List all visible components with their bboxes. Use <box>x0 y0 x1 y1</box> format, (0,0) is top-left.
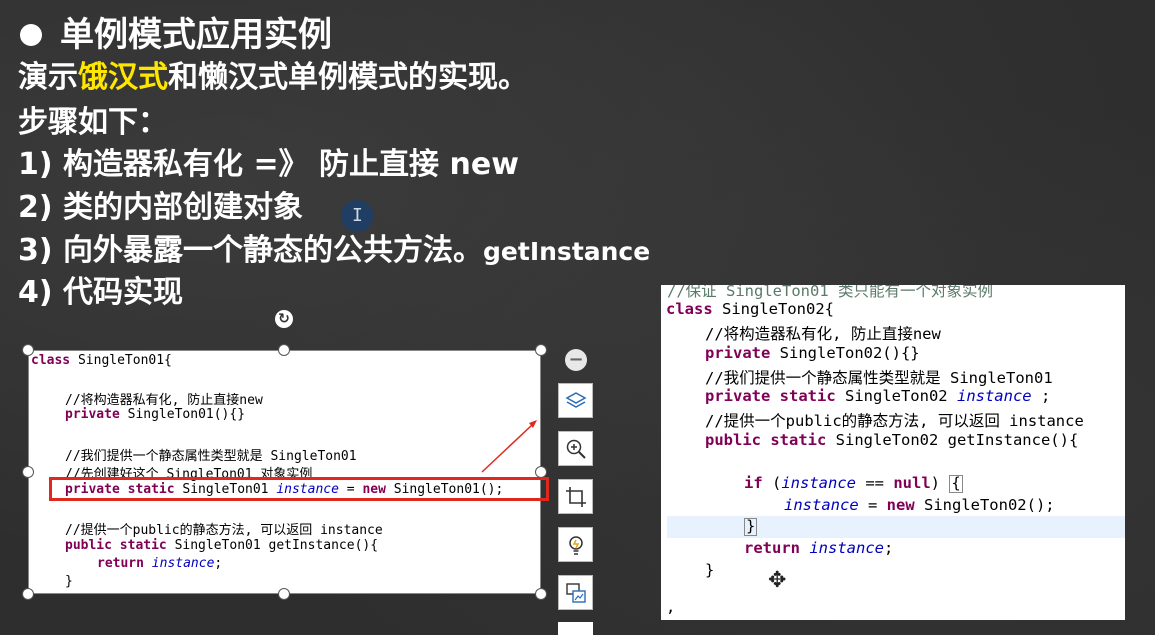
bulb-icon <box>568 535 583 555</box>
layers-icon <box>564 391 587 408</box>
code-line: class SingleTon02{ <box>666 300 834 318</box>
layers-button[interactable] <box>558 383 593 418</box>
step-4: 4) 代码实现 <box>18 275 184 310</box>
rotate-icon[interactable]: ↻ <box>275 310 293 328</box>
resize-handle-t[interactable] <box>278 344 290 356</box>
step-2: 2) 类的内部创建对象 <box>18 190 304 225</box>
current-line-highlight <box>667 516 1125 538</box>
resize-handle-tl[interactable] <box>22 344 34 356</box>
code-line: } <box>65 574 73 589</box>
code-line: , <box>666 598 676 616</box>
intro-suffix: 和懒汉式单例模式的实现。 <box>168 60 528 95</box>
code-line: private SingleTon02(){} <box>705 344 920 362</box>
intro-line: 演示饿汉式和懒汉式单例模式的实现。 <box>18 56 528 100</box>
resize-handle-bl[interactable] <box>22 588 34 600</box>
resize-handle-tr[interactable] <box>535 344 547 356</box>
zoom-in-icon <box>566 439 586 459</box>
resize-handle-l[interactable] <box>22 466 34 478</box>
code-comment: //提供一个public的静态方法, 可以返回 instance <box>705 412 1084 430</box>
minus-icon[interactable]: − <box>565 349 587 371</box>
code-comment: //提供一个public的静态方法, 可以返回 instance <box>65 523 383 538</box>
intro-highlight: 饿汉式 <box>78 60 168 95</box>
code-comment: //我们提供一个静态属性类型就是 SingleTon01 <box>65 449 357 464</box>
step-3-text: 3) 向外暴露一个静态的公共方法。 <box>18 233 484 268</box>
step-1: 1) 构造器私有化 =》 防止直接 new <box>18 147 519 182</box>
step-3-method: getInstance <box>483 237 651 266</box>
code-image-singleton02[interactable]: //保证 SingleTon01 类只能有一个对象实例 class Single… <box>661 285 1125 620</box>
text-cursor-icon: I <box>352 205 363 226</box>
code-comment: //将构造器私有化, 防止直接new <box>705 325 941 343</box>
code-image-singleton01[interactable]: class SingleTon01{ //将构造器私有化, 防止直接new pr… <box>28 350 549 594</box>
code-line: } <box>744 517 758 536</box>
code-comment: //将构造器私有化, 防止直接new <box>65 393 263 408</box>
resize-handle-b[interactable] <box>278 588 290 600</box>
ideas-button[interactable] <box>558 527 593 562</box>
slide-title-text: 单例模式应用实例 <box>60 15 332 55</box>
image-replace-icon <box>565 582 586 603</box>
crop-button[interactable] <box>558 479 593 514</box>
steps-heading: 步骤如下： <box>18 105 168 140</box>
code-comment: //我们提供一个静态属性类型就是 SingleTon01 <box>705 369 1053 387</box>
crop-icon <box>565 486 586 507</box>
code-line: private SingleTon01(){} <box>65 407 246 422</box>
code-comment-cut: //保证 SingleTon01 类只能有一个对象实例 <box>667 285 993 300</box>
code-line: class SingleTon01{ <box>31 353 172 368</box>
replace-image-button[interactable] <box>558 575 593 610</box>
zoom-button[interactable] <box>558 431 593 466</box>
code-line: if (instance == null) { <box>744 474 963 493</box>
code-line: } <box>705 561 715 579</box>
step-3: 3) 向外暴露一个静态的公共方法。getInstance <box>18 229 650 274</box>
slide-title: 单例模式应用实例 <box>20 10 332 60</box>
code-line: public static SingleTon01 getInstance(){ <box>65 538 379 553</box>
code-line: private static SingleTon02 instance ; <box>705 387 1051 405</box>
highlight-box <box>49 477 549 501</box>
bullet-icon <box>20 24 42 46</box>
code-line: public static SingleTon02 getInstance(){ <box>705 431 1079 449</box>
toolbar-button-partial[interactable] <box>558 622 593 635</box>
intro-prefix: 演示 <box>18 60 78 95</box>
move-cursor-icon: ✥ <box>768 568 787 593</box>
resize-handle-r[interactable] <box>535 466 547 478</box>
code-line: instance = new SingleTon02(); <box>784 496 1055 514</box>
code-line: return instance; <box>97 556 223 571</box>
resize-handle-br[interactable] <box>535 588 547 600</box>
code-line: return instance; <box>744 539 894 557</box>
